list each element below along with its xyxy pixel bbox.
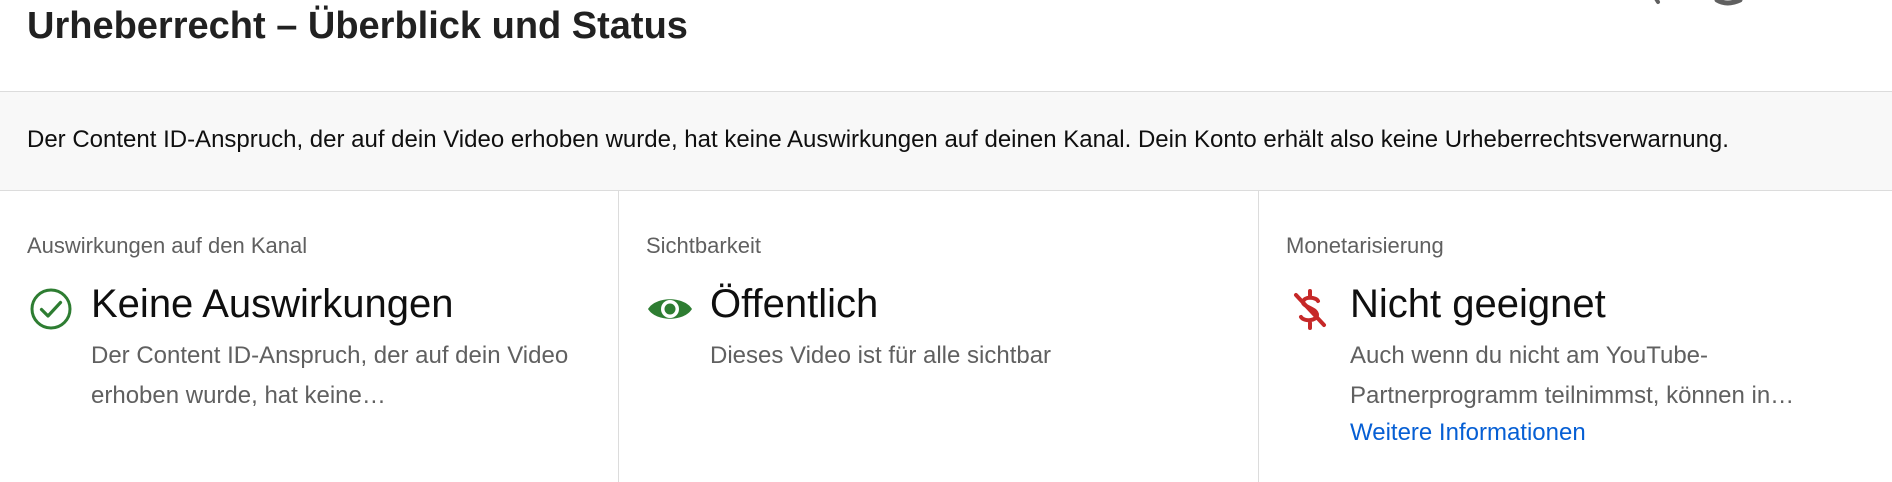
status-cards: Auswirkungen auf den Kanal Keine Auswirk… <box>0 191 1892 482</box>
copyright-overview-page: Urheberrecht – Überblick und Status Der … <box>0 0 1892 482</box>
learn-more-link[interactable]: Weitere Informationen <box>1350 418 1586 448</box>
card-description: Dieses Video ist für alle sichtbar <box>710 342 1052 369</box>
eye-icon <box>646 285 694 333</box>
card-value: Öffentlich <box>710 282 879 326</box>
check-circle-icon <box>27 285 75 333</box>
card-value: Keine Auswirkungen <box>91 282 454 326</box>
info-banner: Der Content ID-Anspruch, der auf dein Vi… <box>0 92 1892 191</box>
card-label: Sichtbarkeit <box>646 233 761 258</box>
banner-text: Der Content ID-Anspruch, der auf dein Vi… <box>27 126 1729 153</box>
no-money-icon <box>1286 285 1334 333</box>
page-header: Urheberrecht – Überblick und Status <box>0 0 1892 92</box>
card-label: Auswirkungen auf den Kanal <box>27 233 308 258</box>
channel-impact-card: Auswirkungen auf den Kanal Keine Auswirk… <box>0 191 619 482</box>
visibility-card: Sichtbarkeit Öffentlich Dieses Video ist… <box>619 191 1259 482</box>
card-label: Monetarisierung <box>1286 233 1444 258</box>
header-icons-cropped <box>1654 0 1743 6</box>
card-value: Nicht geeignet <box>1350 282 1606 326</box>
card-description: Auch wenn du nicht am YouTube-Partnerpro… <box>1350 342 1795 409</box>
page-title: Urheberrecht – Überblick und Status <box>27 5 688 47</box>
card-description: Der Content ID-Anspruch, der auf dein Vi… <box>91 342 569 409</box>
monetization-card: Monetarisierung Nicht geeignet Auch wenn… <box>1259 191 1892 482</box>
